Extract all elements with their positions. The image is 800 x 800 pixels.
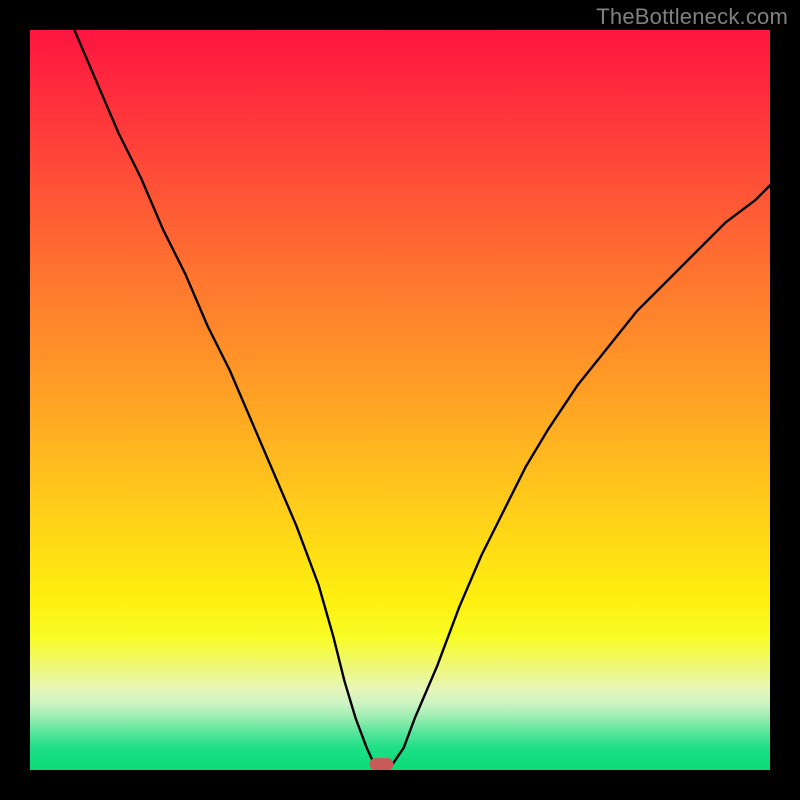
pill-marker — [370, 758, 394, 770]
watermark-text: TheBottleneck.com — [596, 4, 788, 30]
chart-frame: TheBottleneck.com — [0, 0, 800, 800]
curve-svg — [30, 30, 770, 770]
bottleneck-curve — [74, 30, 770, 764]
plot-area — [30, 30, 770, 770]
